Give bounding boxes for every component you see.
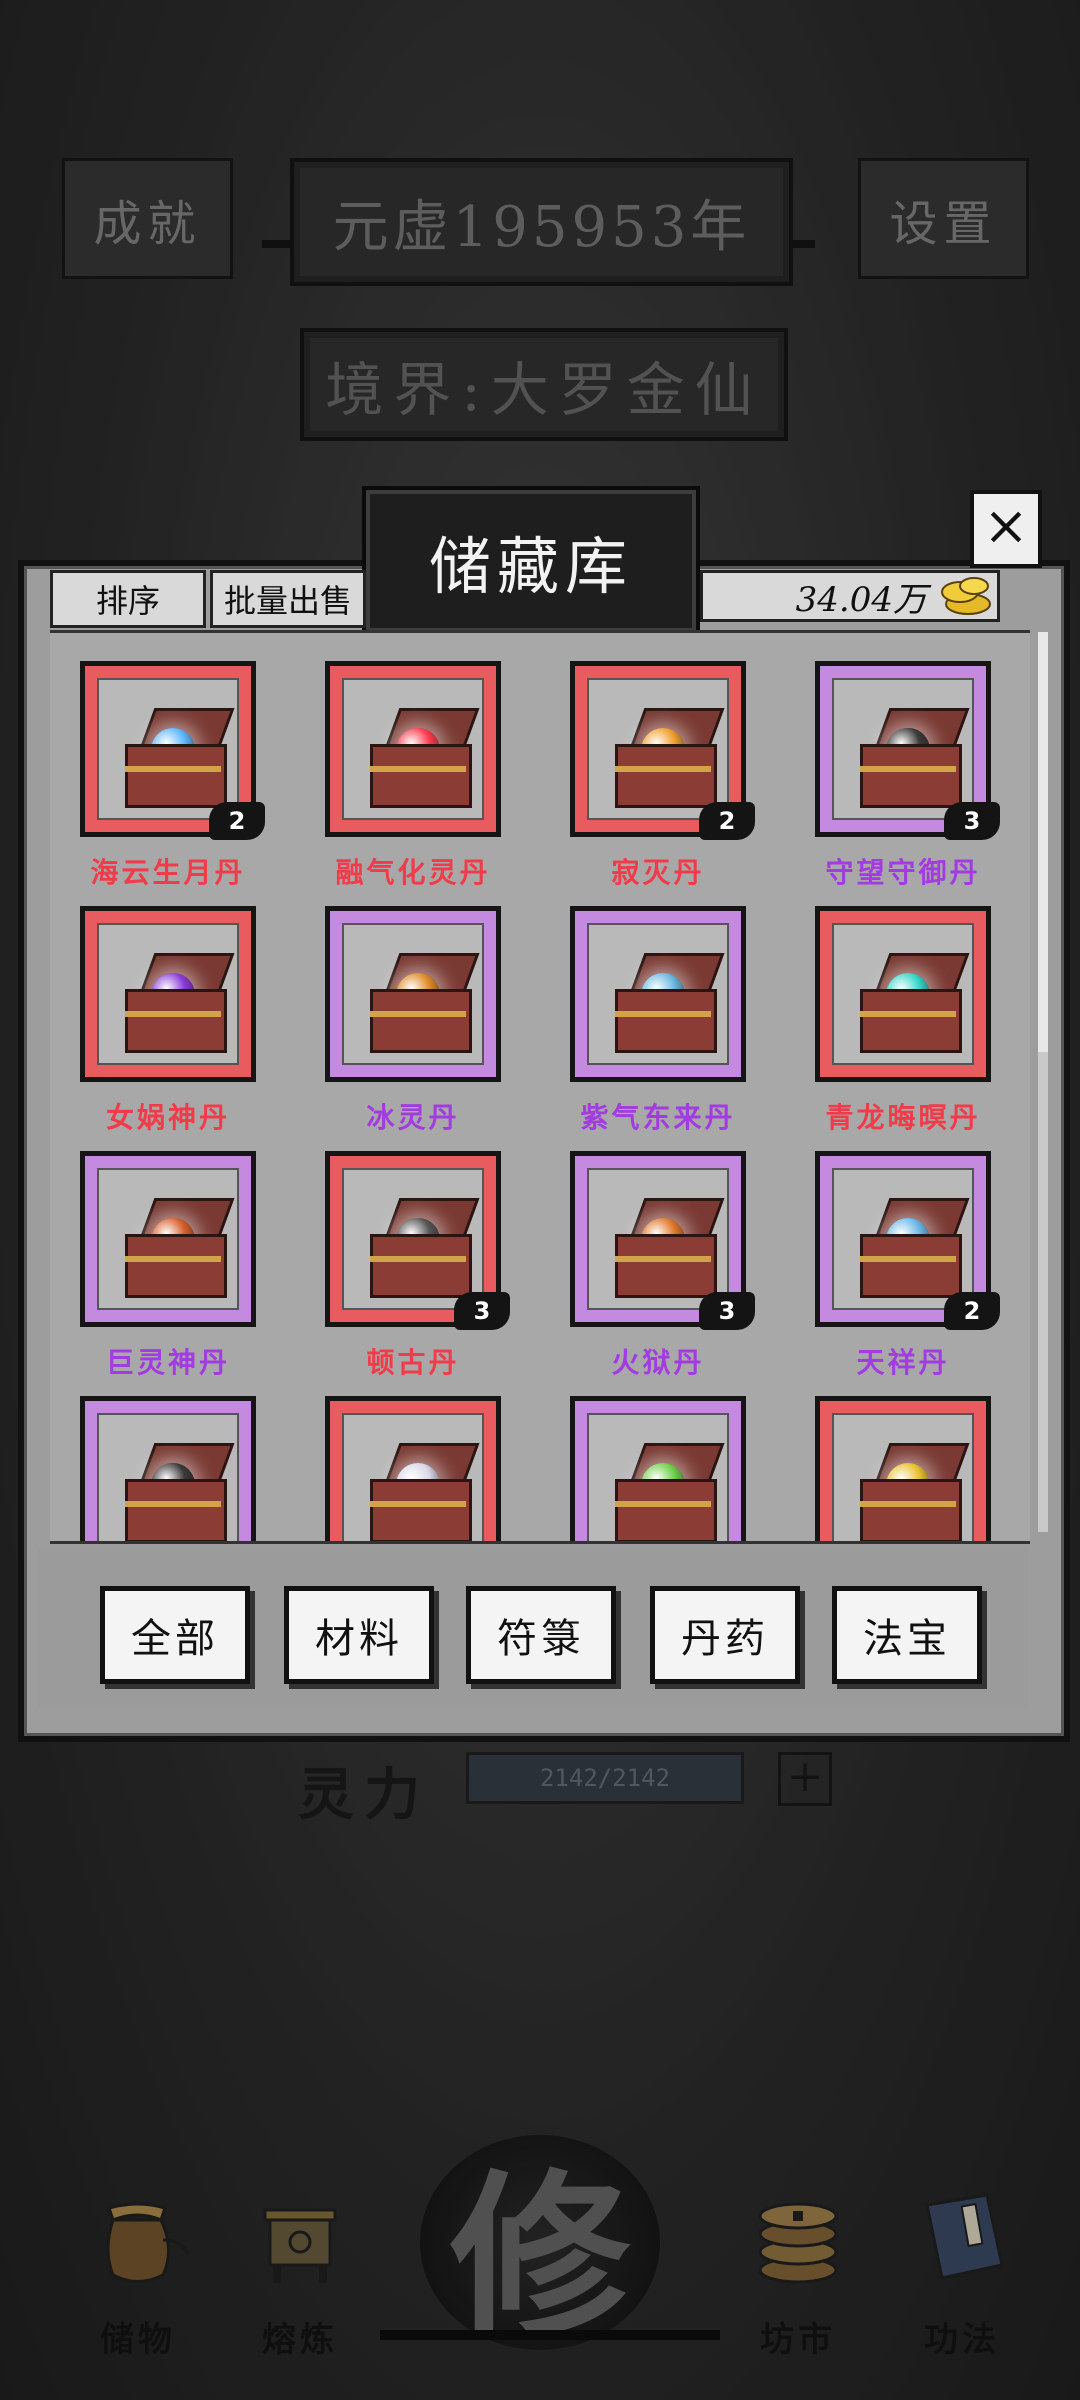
- chest-band: [370, 766, 466, 772]
- chest-icon: [370, 1234, 472, 1298]
- item-slot[interactable]: [80, 1151, 256, 1327]
- item-slot[interactable]: [80, 906, 256, 1082]
- item-name: 寂灭丹: [611, 856, 705, 889]
- chest-icon: [125, 1234, 227, 1298]
- gold-coins-icon: [941, 577, 991, 615]
- currency-value: 34.04万: [795, 579, 927, 620]
- item-slot[interactable]: [815, 1396, 991, 1541]
- item-name: 天祥丹: [856, 1346, 950, 1379]
- item-slot[interactable]: [325, 1396, 501, 1541]
- item-slot[interactable]: [570, 906, 746, 1082]
- category-pills-label: 丹药: [681, 1616, 769, 1662]
- item-name: 青龙晦暝丹: [825, 1101, 981, 1134]
- close-button[interactable]: ×: [970, 490, 1042, 568]
- chest-icon: [370, 744, 472, 808]
- item-slot[interactable]: 3: [570, 1151, 755, 1330]
- bulk-sell-button[interactable]: 批量出售: [210, 570, 366, 628]
- chest-band: [615, 766, 711, 772]
- category-all-label: 全部: [131, 1616, 219, 1662]
- category-pills-button[interactable]: 丹药: [650, 1586, 800, 1684]
- item-count-badge: 2: [699, 802, 755, 840]
- chest-band: [125, 1501, 221, 1507]
- sort-label: 排序: [95, 582, 160, 620]
- chest-icon: [615, 989, 717, 1053]
- chest-icon: [860, 989, 962, 1053]
- chest-icon: [615, 744, 717, 808]
- chest-band: [860, 1011, 956, 1017]
- item-slot[interactable]: [325, 661, 501, 837]
- item-slot[interactable]: [570, 1396, 746, 1541]
- item-name: 女娲神丹: [105, 1101, 230, 1134]
- chest-band: [370, 1501, 466, 1507]
- category-all-button[interactable]: 全部: [100, 1586, 250, 1684]
- chest-icon: [370, 1479, 472, 1541]
- item-name: 火狱丹: [611, 1346, 705, 1379]
- category-materials-label: 材料: [315, 1616, 403, 1662]
- item-slot[interactable]: 2: [815, 1151, 1000, 1330]
- category-talismans-button[interactable]: 符箓: [466, 1586, 616, 1684]
- category-treasures-button[interactable]: 法宝: [832, 1586, 982, 1684]
- category-talismans-label: 符箓: [497, 1616, 585, 1662]
- modal-title: 储藏库: [362, 486, 700, 636]
- chest-band: [125, 766, 221, 772]
- chest-band: [370, 1011, 466, 1017]
- chest-icon: [860, 1479, 962, 1541]
- chest-icon: [125, 989, 227, 1053]
- chest-band: [615, 1501, 711, 1507]
- chest-band: [370, 1256, 466, 1262]
- item-slot[interactable]: [815, 906, 991, 1082]
- close-icon: ×: [983, 494, 1029, 557]
- chest-band: [615, 1256, 711, 1262]
- item-slot[interactable]: [325, 906, 501, 1082]
- item-slot[interactable]: 2: [80, 661, 265, 840]
- item-slot[interactable]: 3: [815, 661, 1000, 840]
- item-slot[interactable]: 2: [570, 661, 755, 840]
- item-count-badge: 3: [944, 802, 1000, 840]
- item-name: 融气化灵丹: [335, 856, 491, 889]
- item-name: 顿古丹: [366, 1346, 460, 1379]
- sort-button[interactable]: 排序: [50, 570, 206, 628]
- chest-icon: [370, 989, 472, 1053]
- chest-icon: [125, 1479, 227, 1541]
- chest-icon: [615, 1479, 717, 1541]
- item-slot[interactable]: 3: [325, 1151, 510, 1330]
- item-grid[interactable]: 2 海云生月丹 融气化灵丹 2 寂灭丹 3 守望守御丹女娲神丹 冰灵丹 紫气东来丹 青龙晦暝丹巨灵…: [50, 630, 1030, 1544]
- item-name: 紫气东来丹: [580, 1101, 736, 1134]
- chest-icon: [125, 744, 227, 808]
- chest-band: [860, 1501, 956, 1507]
- category-materials-button[interactable]: 材料: [284, 1586, 434, 1684]
- chest-icon: [860, 1234, 962, 1298]
- item-count-badge: 2: [209, 802, 265, 840]
- item-name: 海云生月丹: [90, 856, 246, 889]
- chest-band: [615, 1011, 711, 1017]
- chest-band: [125, 1011, 221, 1017]
- chest-icon: [615, 1234, 717, 1298]
- item-slot[interactable]: [80, 1396, 256, 1541]
- item-count-badge: 3: [699, 1292, 755, 1330]
- modal-title-text: 储藏库: [428, 530, 633, 603]
- chest-band: [860, 1256, 956, 1262]
- chest-band: [860, 766, 956, 772]
- item-name: 守望守御丹: [825, 856, 981, 889]
- chest-band: [125, 1256, 221, 1262]
- scrollbar-thumb[interactable]: [1038, 632, 1048, 1052]
- item-count-badge: 3: [454, 1292, 510, 1330]
- bulk-sell-label: 批量出售: [223, 582, 352, 620]
- item-count-badge: 2: [944, 1292, 1000, 1330]
- chest-icon: [860, 744, 962, 808]
- category-treasures-label: 法宝: [863, 1616, 951, 1662]
- item-name: 巨灵神丹: [105, 1346, 230, 1379]
- item-name: 冰灵丹: [366, 1101, 460, 1134]
